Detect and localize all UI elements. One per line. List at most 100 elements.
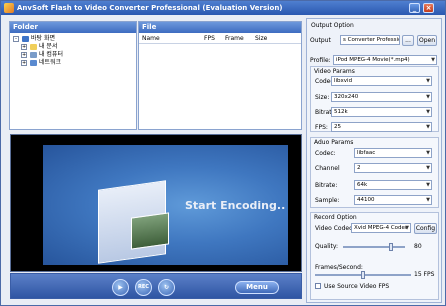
- column-fps[interactable]: FPS: [201, 33, 222, 43]
- collapse-icon[interactable]: -: [13, 36, 19, 42]
- minimize-button[interactable]: _: [409, 3, 420, 13]
- open-button[interactable]: Open: [417, 35, 437, 46]
- audio-channel-label: Channel: [315, 165, 340, 172]
- column-name[interactable]: Name: [139, 33, 201, 43]
- video-bitrate-select[interactable]: 512k ▼: [331, 107, 432, 117]
- fps-slider[interactable]: [315, 271, 411, 279]
- close-button[interactable]: ×: [423, 3, 434, 13]
- video-fps-value: 25: [334, 124, 341, 130]
- video-codec-select[interactable]: libxvid ▼: [331, 76, 432, 86]
- quality-slider[interactable]: [343, 243, 405, 251]
- record-codec-label: Video Codec: [315, 225, 353, 232]
- file-panel-header: File: [139, 22, 301, 33]
- encoding-screen: Start Encoding..: [43, 145, 288, 265]
- app-icon: [4, 3, 14, 13]
- dropdown-arrow-icon: ▼: [431, 57, 435, 63]
- quality-slider-thumb[interactable]: [389, 243, 394, 251]
- quality-label: Quality:: [315, 243, 339, 250]
- audio-bitrate-select[interactable]: 64k ▼: [354, 180, 432, 190]
- computer-icon: [30, 52, 37, 58]
- dropdown-arrow-icon: ▼: [426, 150, 430, 156]
- video-fps-select[interactable]: 25 ▼: [331, 122, 432, 132]
- video-params-group: Video Params Codec: libxvid ▼ Size: 320x2…: [310, 66, 439, 132]
- folder-icon: [30, 44, 37, 50]
- audio-bitrate-value: 64k: [357, 182, 368, 188]
- desktop-icon: [22, 36, 29, 42]
- audio-codec-select[interactable]: libfaac ▼: [354, 148, 432, 158]
- control-bar: ▶ REC ↻ Menu: [10, 273, 302, 299]
- tree-item-label: 내 컴퓨터: [39, 51, 63, 58]
- dropdown-arrow-icon: ▼: [426, 197, 430, 203]
- encoding-status-text: Start Encoding..: [185, 199, 286, 212]
- video-size-label: Size:: [315, 94, 330, 101]
- record-codec-value: Xvid MPEG-4 Codec: [354, 225, 408, 231]
- audio-codec-label: Codec:: [315, 150, 336, 157]
- audio-codec-value: libfaac: [357, 150, 376, 156]
- dropdown-arrow-icon: ▼: [426, 78, 430, 84]
- profile-select[interactable]: iPod MPEG-4 Movie(*.mp4) ▼: [333, 55, 437, 65]
- quality-value: 80: [414, 243, 422, 250]
- menu-button[interactable]: Menu: [235, 281, 279, 294]
- play-button[interactable]: ▶: [112, 279, 129, 296]
- preview-area: Start Encoding..: [10, 134, 302, 272]
- video-size-value: 320x240: [334, 94, 359, 100]
- fps-value: 15 FPS: [414, 271, 435, 278]
- file-list-header: Name FPS Frame Size: [139, 33, 301, 44]
- tree-item-network[interactable]: + 네트워크: [13, 59, 136, 67]
- column-size[interactable]: Size: [252, 33, 282, 43]
- use-source-fps-checkbox[interactable]: [315, 283, 321, 289]
- refresh-button[interactable]: ↻: [158, 279, 175, 296]
- audio-sample-select[interactable]: 44100 ▼: [354, 195, 432, 205]
- expand-icon[interactable]: +: [21, 44, 27, 50]
- video-bitrate-value: 512k: [334, 109, 348, 115]
- record-option-group: Record Option Video Codec Xvid MPEG-4 Co…: [310, 212, 439, 300]
- fps-slider-thumb[interactable]: [361, 271, 365, 279]
- record-button[interactable]: REC: [135, 279, 152, 296]
- expand-icon[interactable]: +: [21, 52, 27, 58]
- browse-button[interactable]: ...: [402, 35, 414, 46]
- tree-item-label: 네트워크: [39, 59, 62, 66]
- window-title: AnvSoft Flash to Video Converter Profess…: [17, 4, 283, 12]
- video-params-title: Video Params: [314, 68, 355, 75]
- expand-icon[interactable]: +: [21, 60, 27, 66]
- video-fps-label: FPS:: [315, 124, 328, 131]
- record-codec-select[interactable]: Xvid MPEG-4 Codec ▼: [351, 223, 411, 233]
- profile-value: iPod MPEG-4 Movie(*.mp4): [336, 57, 410, 63]
- audio-channel-value: 2: [357, 165, 361, 171]
- tree-item-label: 바탕 화면: [31, 35, 55, 42]
- audio-sample-label: Sample:: [315, 197, 340, 204]
- dropdown-arrow-icon: ▼: [426, 94, 430, 100]
- dropdown-arrow-icon: ▼: [426, 124, 430, 130]
- video-codec-value: libxvid: [334, 78, 353, 84]
- profile-label: Profile:: [310, 57, 331, 64]
- audio-channel-select[interactable]: 2 ▼: [354, 163, 432, 173]
- file-panel: File Name FPS Frame Size: [138, 21, 302, 130]
- folder-tree: - 바탕 화면 + 내 문서 + 내 컴퓨터 + 네트워크: [10, 33, 136, 67]
- preview-photo: [131, 212, 169, 250]
- tree-item-computer[interactable]: + 내 컴퓨터: [13, 51, 136, 59]
- use-source-fps-label: Use Source Video FPS: [324, 283, 390, 290]
- dropdown-arrow-icon: ▼: [426, 109, 430, 115]
- tree-item-desktop[interactable]: - 바탕 화면: [13, 35, 136, 43]
- audio-params-group: Aduo Params Codec: libfaac ▼ Channel 2 ▼ B…: [310, 137, 439, 208]
- audio-bitrate-label: Bitrate:: [315, 182, 338, 189]
- audio-sample-value: 44100: [357, 197, 375, 203]
- app-window: AnvSoft Flash to Video Converter Profess…: [0, 0, 446, 306]
- options-panel: Output Option Output s Converter Profess…: [306, 18, 442, 303]
- fps-label: Frames/Second:: [315, 264, 363, 271]
- refresh-icon: ↻: [163, 284, 170, 291]
- output-path-field[interactable]: s Converter Professional: [340, 35, 400, 45]
- output-option-title: Output Option: [311, 22, 354, 29]
- dropdown-arrow-icon: ▼: [405, 225, 409, 231]
- output-label: Output: [310, 37, 331, 44]
- folder-panel-header: Folder: [10, 22, 136, 33]
- config-button[interactable]: Config: [414, 223, 437, 234]
- tree-item-label: 내 문서: [39, 43, 58, 50]
- tree-item-documents[interactable]: + 내 문서: [13, 43, 136, 51]
- video-size-select[interactable]: 320x240 ▼: [331, 92, 432, 102]
- dropdown-arrow-icon: ▼: [426, 182, 430, 188]
- column-frame[interactable]: Frame: [222, 33, 252, 43]
- dropdown-arrow-icon: ▼: [426, 165, 430, 171]
- record-option-title: Record Option: [314, 214, 357, 221]
- title-bar: AnvSoft Flash to Video Converter Profess…: [1, 1, 445, 15]
